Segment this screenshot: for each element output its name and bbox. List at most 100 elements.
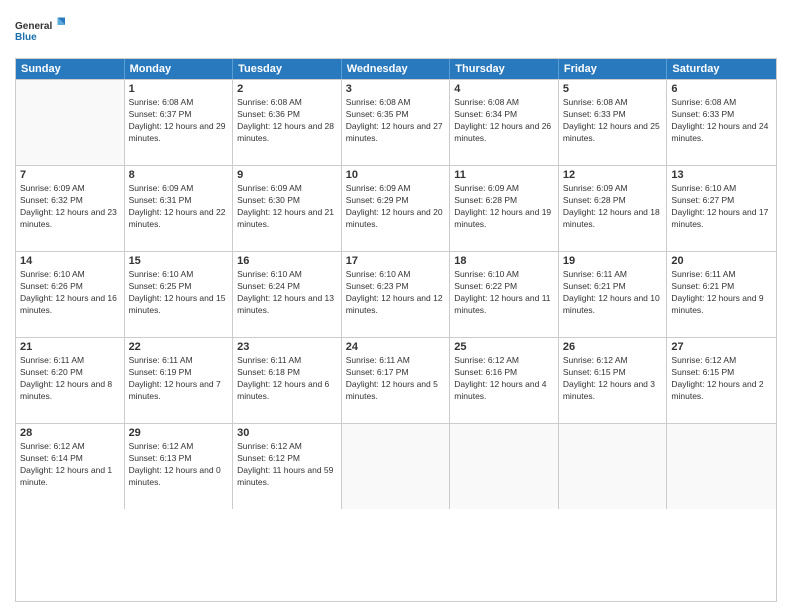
day-info: Sunrise: 6:08 AMSunset: 6:34 PMDaylight:… — [454, 97, 554, 145]
day-number: 4 — [454, 83, 554, 95]
day-info: Sunrise: 6:10 AMSunset: 6:24 PMDaylight:… — [237, 269, 337, 317]
logo-svg: General Blue — [15, 10, 65, 50]
day-info: Sunrise: 6:12 AMSunset: 6:16 PMDaylight:… — [454, 355, 554, 403]
cal-cell: 11 Sunrise: 6:09 AMSunset: 6:28 PMDayligh… — [450, 166, 559, 251]
cal-cell: 15 Sunrise: 6:10 AMSunset: 6:25 PMDayligh… — [125, 252, 234, 337]
svg-text:Blue: Blue — [15, 32, 37, 43]
cal-cell: 13Sunrise: 6:10 AMSunset: 6:27 PMDayligh… — [667, 166, 776, 251]
day-info: Sunrise: 6:08 AMSunset: 6:33 PMDaylight:… — [671, 97, 772, 145]
day-info: Sunrise: 6:10 AMSunset: 6:22 PMDaylight:… — [454, 269, 554, 317]
header-day-saturday: Saturday — [667, 59, 776, 79]
day-number: 24 — [346, 341, 446, 353]
calendar-body: 1 Sunrise: 6:08 AMSunset: 6:37 PMDaylight… — [16, 79, 776, 509]
day-number: 20 — [671, 255, 772, 267]
header: General Blue — [15, 10, 777, 50]
calendar: SundayMondayTuesdayWednesdayThursdayFrid… — [15, 58, 777, 602]
cal-cell: 1 Sunrise: 6:08 AMSunset: 6:37 PMDaylight… — [125, 80, 234, 165]
day-info: Sunrise: 6:09 AMSunset: 6:28 PMDaylight:… — [563, 183, 663, 231]
day-number: 23 — [237, 341, 337, 353]
day-info: Sunrise: 6:11 AMSunset: 6:18 PMDaylight:… — [237, 355, 337, 403]
day-number: 6 — [671, 83, 772, 95]
day-number: 25 — [454, 341, 554, 353]
day-info: Sunrise: 6:11 AMSunset: 6:19 PMDaylight:… — [129, 355, 229, 403]
day-number: 30 — [237, 427, 337, 439]
cal-cell: 12 Sunrise: 6:09 AMSunset: 6:28 PMDayligh… — [559, 166, 668, 251]
day-info: Sunrise: 6:12 AMSunset: 6:15 PMDaylight:… — [563, 355, 663, 403]
page: General Blue SundayMondayTuesdayWednesda… — [0, 0, 792, 612]
cal-week-1: 7Sunrise: 6:09 AMSunset: 6:32 PMDaylight… — [16, 165, 776, 251]
svg-text:General: General — [15, 21, 52, 32]
cal-cell: 3 Sunrise: 6:08 AMSunset: 6:35 PMDaylight… — [342, 80, 451, 165]
day-number: 12 — [563, 169, 663, 181]
cal-cell: 9 Sunrise: 6:09 AMSunset: 6:30 PMDaylight… — [233, 166, 342, 251]
cal-cell: 10Sunrise: 6:09 AMSunset: 6:29 PMDayligh… — [342, 166, 451, 251]
day-number: 21 — [20, 341, 120, 353]
day-info: Sunrise: 6:08 AMSunset: 6:36 PMDaylight:… — [237, 97, 337, 145]
cal-cell: 24 Sunrise: 6:11 AMSunset: 6:17 PMDayligh… — [342, 338, 451, 423]
cal-cell: 25 Sunrise: 6:12 AMSunset: 6:16 PMDayligh… — [450, 338, 559, 423]
cal-cell: 16 Sunrise: 6:10 AMSunset: 6:24 PMDayligh… — [233, 252, 342, 337]
day-number: 16 — [237, 255, 337, 267]
calendar-header: SundayMondayTuesdayWednesdayThursdayFrid… — [16, 59, 776, 79]
cal-cell: 18 Sunrise: 6:10 AMSunset: 6:22 PMDayligh… — [450, 252, 559, 337]
cal-cell: 21Sunrise: 6:11 AMSunset: 6:20 PMDayligh… — [16, 338, 125, 423]
day-info: Sunrise: 6:12 AMSunset: 6:14 PMDaylight:… — [20, 441, 120, 489]
day-info: Sunrise: 6:09 AMSunset: 6:31 PMDaylight:… — [129, 183, 229, 231]
day-info: Sunrise: 6:09 AMSunset: 6:28 PMDaylight:… — [454, 183, 554, 231]
cal-cell: 28 Sunrise: 6:12 AMSunset: 6:14 PMDayligh… — [16, 424, 125, 509]
cal-cell — [559, 424, 668, 509]
day-number: 13 — [671, 169, 772, 181]
day-number: 28 — [20, 427, 120, 439]
cal-week-2: 14 Sunrise: 6:10 AMSunset: 6:26 PMDayligh… — [16, 251, 776, 337]
day-number: 9 — [237, 169, 337, 181]
day-info: Sunrise: 6:09 AMSunset: 6:32 PMDaylight:… — [20, 183, 120, 231]
day-number: 11 — [454, 169, 554, 181]
header-day-monday: Monday — [125, 59, 234, 79]
cal-cell: 6 Sunrise: 6:08 AMSunset: 6:33 PMDaylight… — [667, 80, 776, 165]
day-number: 27 — [671, 341, 772, 353]
day-info: Sunrise: 6:12 AMSunset: 6:12 PMDaylight:… — [237, 441, 337, 489]
day-info: Sunrise: 6:10 AMSunset: 6:26 PMDaylight:… — [20, 269, 120, 317]
header-day-tuesday: Tuesday — [233, 59, 342, 79]
cal-cell: 7Sunrise: 6:09 AMSunset: 6:32 PMDaylight… — [16, 166, 125, 251]
day-info: Sunrise: 6:11 AMSunset: 6:17 PMDaylight:… — [346, 355, 446, 403]
day-info: Sunrise: 6:08 AMSunset: 6:37 PMDaylight:… — [129, 97, 229, 145]
day-info: Sunrise: 6:08 AMSunset: 6:33 PMDaylight:… — [563, 97, 663, 145]
cal-cell — [342, 424, 451, 509]
day-number: 3 — [346, 83, 446, 95]
day-number: 2 — [237, 83, 337, 95]
day-number: 10 — [346, 169, 446, 181]
header-day-wednesday: Wednesday — [342, 59, 451, 79]
day-info: Sunrise: 6:12 AMSunset: 6:15 PMDaylight:… — [671, 355, 772, 403]
day-number: 5 — [563, 83, 663, 95]
cal-cell — [16, 80, 125, 165]
day-info: Sunrise: 6:11 AMSunset: 6:21 PMDaylight:… — [671, 269, 772, 317]
cal-cell: 23 Sunrise: 6:11 AMSunset: 6:18 PMDayligh… — [233, 338, 342, 423]
cal-week-4: 28 Sunrise: 6:12 AMSunset: 6:14 PMDayligh… — [16, 423, 776, 509]
cal-week-3: 21Sunrise: 6:11 AMSunset: 6:20 PMDayligh… — [16, 337, 776, 423]
logo: General Blue — [15, 10, 65, 50]
header-day-thursday: Thursday — [450, 59, 559, 79]
day-number: 15 — [129, 255, 229, 267]
day-number: 8 — [129, 169, 229, 181]
cal-cell: 14 Sunrise: 6:10 AMSunset: 6:26 PMDayligh… — [16, 252, 125, 337]
day-info: Sunrise: 6:12 AMSunset: 6:13 PMDaylight:… — [129, 441, 229, 489]
header-day-sunday: Sunday — [16, 59, 125, 79]
day-info: Sunrise: 6:10 AMSunset: 6:23 PMDaylight:… — [346, 269, 446, 317]
day-number: 14 — [20, 255, 120, 267]
day-info: Sunrise: 6:10 AMSunset: 6:25 PMDaylight:… — [129, 269, 229, 317]
cal-cell — [450, 424, 559, 509]
day-number: 22 — [129, 341, 229, 353]
cal-week-0: 1 Sunrise: 6:08 AMSunset: 6:37 PMDaylight… — [16, 79, 776, 165]
day-number: 18 — [454, 255, 554, 267]
day-info: Sunrise: 6:09 AMSunset: 6:30 PMDaylight:… — [237, 183, 337, 231]
cal-cell: 19Sunrise: 6:11 AMSunset: 6:21 PMDayligh… — [559, 252, 668, 337]
cal-cell: 4 Sunrise: 6:08 AMSunset: 6:34 PMDaylight… — [450, 80, 559, 165]
day-info: Sunrise: 6:08 AMSunset: 6:35 PMDaylight:… — [346, 97, 446, 145]
day-number: 1 — [129, 83, 229, 95]
cal-cell: 17 Sunrise: 6:10 AMSunset: 6:23 PMDayligh… — [342, 252, 451, 337]
cal-cell: 27 Sunrise: 6:12 AMSunset: 6:15 PMDayligh… — [667, 338, 776, 423]
day-info: Sunrise: 6:11 AMSunset: 6:21 PMDaylight:… — [563, 269, 663, 317]
day-number: 17 — [346, 255, 446, 267]
day-number: 26 — [563, 341, 663, 353]
